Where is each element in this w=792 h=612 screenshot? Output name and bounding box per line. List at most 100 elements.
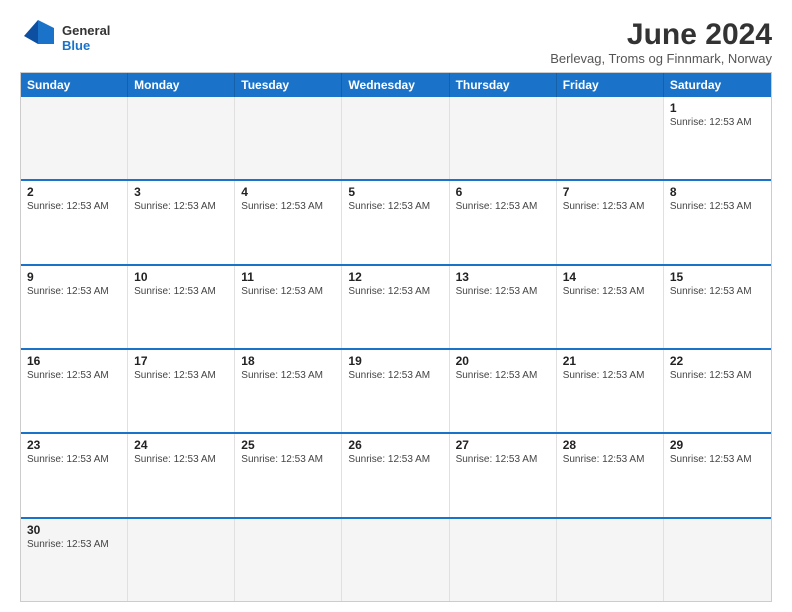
day-cell-week4-day4: 19 Sunrise: 12:53 AM <box>342 350 449 432</box>
month-year-title: June 2024 <box>550 18 772 51</box>
day-cell-week5-day6: 28 Sunrise: 12:53 AM <box>557 434 664 516</box>
day-number: 25 <box>241 438 335 452</box>
day-cell-week6-day6 <box>557 519 664 601</box>
day-cell-week1-day5 <box>450 97 557 179</box>
day-number: 7 <box>563 185 657 199</box>
day-number: 18 <box>241 354 335 368</box>
day-cell-week4-day2: 17 Sunrise: 12:53 AM <box>128 350 235 432</box>
day-cell-week2-day2: 3 Sunrise: 12:53 AM <box>128 181 235 263</box>
day-number: 30 <box>27 523 121 537</box>
day-number: 22 <box>670 354 765 368</box>
day-cell-week3-day3: 11Sunrise: 12:53 AM <box>235 266 342 348</box>
day-cell-week1-day1 <box>21 97 128 179</box>
header-tuesday: Tuesday <box>235 73 342 97</box>
sunrise-text: Sunrise: 12:53 AM <box>563 454 657 465</box>
day-cell-week1-day4 <box>342 97 449 179</box>
day-number: 16 <box>27 354 121 368</box>
day-number: 26 <box>348 438 442 452</box>
day-cell-week3-day7: 15Sunrise: 12:53 AM <box>664 266 771 348</box>
week-row-4: 16Sunrise: 12:53 AM17Sunrise: 12:53 AM18… <box>21 348 771 432</box>
day-number: 5 <box>348 185 442 199</box>
day-number: 21 <box>563 354 657 368</box>
day-cell-week3-day5: 13 Sunrise: 12:53 AM <box>450 266 557 348</box>
sunrise-text: Sunrise: 12:53 AM <box>456 201 550 212</box>
day-cell-week1-day3 <box>235 97 342 179</box>
day-cell-week2-day7: 8Sunrise: 12:53 AM <box>664 181 771 263</box>
header-thursday: Thursday <box>450 73 557 97</box>
day-number: 23 <box>27 438 121 452</box>
sunrise-text: Sunrise: 12:53 AM <box>456 454 550 465</box>
sunrise-text: Sunrise: 12:53 AM <box>27 539 121 550</box>
sunrise-text: Sunrise: 12:53 AM <box>563 201 657 212</box>
sunrise-text: Sunrise: 12:53 AM <box>348 201 442 212</box>
day-cell-week6-day7 <box>664 519 771 601</box>
day-number: 1 <box>670 101 765 115</box>
sunrise-text: Sunrise: 12:53 AM <box>348 370 442 381</box>
day-number: 20 <box>456 354 550 368</box>
day-cell-week1-day2 <box>128 97 235 179</box>
sunrise-text: Sunrise: 12:53 AM <box>241 454 335 465</box>
day-cell-week5-day3: 25 Sunrise: 12:53 AM <box>235 434 342 516</box>
week-row-1: 1 Sunrise: 12:53 AM <box>21 97 771 179</box>
day-cell-week1-day6 <box>557 97 664 179</box>
day-number: 12 <box>348 270 442 284</box>
day-cell-week4-day6: 21Sunrise: 12:53 AM <box>557 350 664 432</box>
day-cell-week6-day1: 30 Sunrise: 12:53 AM <box>21 519 128 601</box>
day-number: 24 <box>134 438 228 452</box>
day-cell-week6-day3 <box>235 519 342 601</box>
sunrise-text: Sunrise: 12:53 AM <box>456 286 550 297</box>
day-number: 17 <box>134 354 228 368</box>
day-cell-week2-day5: 6 Sunrise: 12:53 AM <box>450 181 557 263</box>
sunrise-text: Sunrise: 12:53 AM <box>348 454 442 465</box>
day-cell-week4-day3: 18 Sunrise: 12:53 AM <box>235 350 342 432</box>
week-row-2: 2Sunrise: 12:53 AM3Sunrise: 12:53 AM4Sun… <box>21 179 771 263</box>
sunrise-text: Sunrise: 12:53 AM <box>348 286 442 297</box>
header-sunday: Sunday <box>21 73 128 97</box>
sunrise-text: Sunrise: 12:53 AM <box>670 454 765 465</box>
day-cell-week3-day1: 9Sunrise: 12:53 AM <box>21 266 128 348</box>
sunrise-text: Sunrise: 12:53 AM <box>241 201 335 212</box>
day-cell-week5-day2: 24Sunrise: 12:53 AM <box>128 434 235 516</box>
header: General Blue June 2024 Berlevag, Troms o… <box>20 18 772 66</box>
sunrise-text: Sunrise: 12:53 AM <box>27 454 121 465</box>
sunrise-text: Sunrise: 12:53 AM <box>456 370 550 381</box>
location-subtitle: Berlevag, Troms og Finnmark, Norway <box>550 51 772 66</box>
sunrise-text: Sunrise: 12:53 AM <box>241 370 335 381</box>
day-number: 14 <box>563 270 657 284</box>
day-cell-week5-day5: 27 Sunrise: 12:53 AM <box>450 434 557 516</box>
page: General Blue June 2024 Berlevag, Troms o… <box>0 0 792 612</box>
day-cell-week3-day6: 14Sunrise: 12:53 AM <box>557 266 664 348</box>
day-cell-week5-day7: 29Sunrise: 12:53 AM <box>664 434 771 516</box>
sunrise-text: Sunrise: 12:53 AM <box>670 201 765 212</box>
day-number: 19 <box>348 354 442 368</box>
day-cell-week2-day6: 7 Sunrise: 12:53 AM <box>557 181 664 263</box>
week-row-5: 23Sunrise: 12:53 AM24Sunrise: 12:53 AM25… <box>21 432 771 516</box>
day-cell-week4-day7: 22Sunrise: 12:53 AM <box>664 350 771 432</box>
day-cell-week1-day7: 1 Sunrise: 12:53 AM <box>664 97 771 179</box>
sunrise-text: Sunrise: 12:53 AM <box>670 117 765 128</box>
logo-general-text: General <box>62 24 110 38</box>
title-area: June 2024 Berlevag, Troms og Finnmark, N… <box>550 18 772 66</box>
generalblue-logo-icon <box>20 18 56 54</box>
header-saturday: Saturday <box>664 73 771 97</box>
header-friday: Friday <box>557 73 664 97</box>
day-number: 10 <box>134 270 228 284</box>
sunrise-text: Sunrise: 12:53 AM <box>134 286 228 297</box>
sunrise-text: Sunrise: 12:53 AM <box>27 201 121 212</box>
day-cell-week3-day4: 12 Sunrise: 12:53 AM <box>342 266 449 348</box>
day-cell-week3-day2: 10 Sunrise: 12:53 AM <box>128 266 235 348</box>
day-number: 3 <box>134 185 228 199</box>
calendar-body: 1Sunrise: 12:53 AM2Sunrise: 12:53 AM3Sun… <box>21 97 771 601</box>
day-number: 4 <box>241 185 335 199</box>
day-number: 28 <box>563 438 657 452</box>
day-number: 27 <box>456 438 550 452</box>
logo: General Blue <box>20 18 110 59</box>
sunrise-text: Sunrise: 12:53 AM <box>134 201 228 212</box>
logo-blue-text: Blue <box>62 39 110 53</box>
sunrise-text: Sunrise: 12:53 AM <box>134 370 228 381</box>
header-wednesday: Wednesday <box>342 73 449 97</box>
sunrise-text: Sunrise: 12:53 AM <box>241 286 335 297</box>
day-number: 6 <box>456 185 550 199</box>
week-row-3: 9Sunrise: 12:53 AM10Sunrise: 12:53 AM11S… <box>21 264 771 348</box>
day-number: 13 <box>456 270 550 284</box>
